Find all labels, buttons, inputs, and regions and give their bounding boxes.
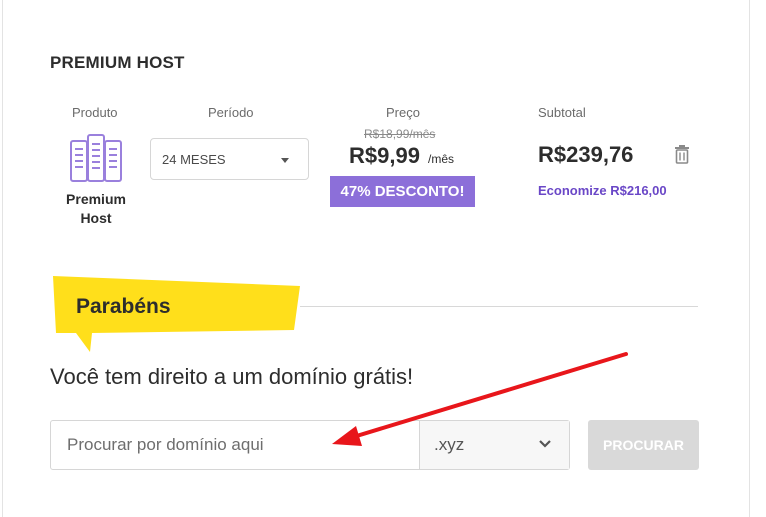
discount-badge: 47% DESCONTO! [330, 176, 475, 207]
section-divider [300, 306, 698, 307]
price-unit: /mês [428, 152, 455, 166]
period-column-label: Período [208, 105, 254, 120]
subtotal-value: R$239,76 [538, 142, 634, 167]
period-select-value: 24 MESES [162, 151, 226, 167]
period-select[interactable]: 24 MESES [150, 138, 309, 180]
congrats-tag-label: Parabéns [76, 295, 171, 318]
product-name: Premium Host [66, 191, 126, 226]
free-domain-message: Você tem direito a um domínio grátis! [50, 364, 414, 389]
trash-icon[interactable] [674, 145, 690, 164]
caret-down-icon [281, 158, 289, 163]
old-price: R$18,99/mês [364, 127, 436, 141]
current-price: R$9,99 [349, 143, 420, 168]
subtotal-column-label: Subtotal [538, 105, 586, 120]
tld-select-value: .xyz [434, 435, 465, 454]
server-icon [70, 134, 122, 182]
price-column-label: Preço [386, 105, 420, 120]
search-domain-button[interactable]: PROCURAR [588, 420, 699, 470]
chevron-down-icon [539, 440, 551, 448]
savings-text: Economize R$216,00 [538, 183, 667, 198]
tld-select[interactable]: .xyz [419, 421, 569, 469]
product-column-label: Produto [72, 105, 118, 120]
domain-search-box: .xyz [50, 420, 570, 470]
domain-search-input[interactable] [51, 421, 419, 469]
plan-title: PREMIUM HOST [50, 53, 185, 72]
